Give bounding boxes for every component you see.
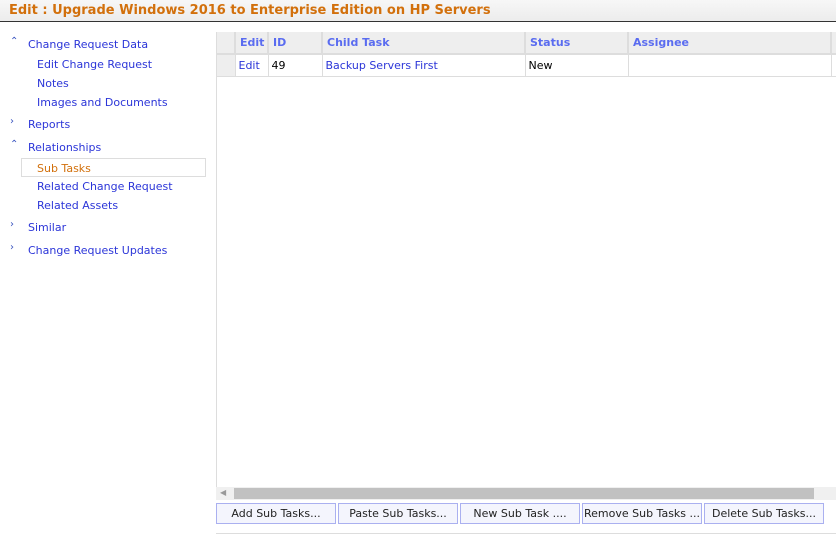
row-selector-header — [217, 32, 236, 55]
sidebar-group-similar[interactable]: › Similar — [0, 215, 215, 238]
cell-more — [831, 54, 836, 77]
chevron-up-icon: ⌃ — [10, 36, 19, 47]
column-header-status[interactable]: Status — [525, 32, 629, 55]
sub-tasks-grid: Edit ID Child Task Status Assignee Edit … — [216, 32, 836, 487]
row-selector[interactable] — [217, 54, 236, 77]
sidebar-group-relationships[interactable]: ⌃ Relationships — [0, 135, 215, 158]
action-buttons: Add Sub Tasks... Paste Sub Tasks... New … — [216, 503, 824, 524]
table-row[interactable]: Edit 49 Backup Servers First New — [217, 54, 836, 77]
cell-assignee — [628, 54, 832, 77]
cell-status: New — [525, 54, 629, 77]
paste-sub-tasks-button[interactable]: Paste Sub Tasks... — [338, 503, 458, 524]
sidebar-item-notes[interactable]: Notes — [0, 74, 215, 93]
sidebar-group-label: Reports — [28, 118, 71, 131]
chevron-right-icon: › — [10, 242, 14, 253]
sidebar-group-label: Change Request Updates — [28, 244, 168, 257]
chevron-right-icon: › — [10, 116, 14, 127]
sidebar-group-label: Change Request Data — [28, 38, 149, 51]
sidebar-group-change-request-data[interactable]: ⌃ Change Request Data — [0, 32, 215, 55]
chevron-up-icon: ⌃ — [10, 139, 19, 150]
remove-sub-tasks-button[interactable]: Remove Sub Tasks ... — [582, 503, 702, 524]
edit-link[interactable]: Edit — [235, 54, 269, 77]
column-header-assignee[interactable]: Assignee — [628, 32, 832, 55]
sidebar-group-label: Similar — [28, 221, 67, 234]
add-sub-tasks-button[interactable]: Add Sub Tasks... — [216, 503, 336, 524]
delete-sub-tasks-button[interactable]: Delete Sub Tasks... — [704, 503, 824, 524]
child-task-link[interactable]: Backup Servers First — [322, 54, 526, 77]
sidebar-group-reports[interactable]: › Reports — [0, 112, 215, 135]
column-header-id[interactable]: ID — [268, 32, 323, 55]
column-header-child-task[interactable]: Child Task — [322, 32, 526, 55]
page-title: Edit : Upgrade Windows 2016 to Enterpris… — [0, 0, 836, 22]
horizontal-scrollbar[interactable]: ◀ — [216, 487, 836, 500]
scrollbar-thumb[interactable] — [234, 488, 814, 499]
column-header-more[interactable] — [831, 32, 836, 55]
sidebar-item-edit-change-request[interactable]: Edit Change Request — [0, 55, 215, 74]
column-header-edit[interactable]: Edit — [235, 32, 269, 55]
header-row: Edit ID Child Task Status Assignee — [217, 32, 836, 55]
chevron-right-icon: › — [10, 219, 14, 230]
sidebar-item-sub-tasks[interactable]: Sub Tasks — [21, 158, 206, 177]
scroll-left-arrow-icon[interactable]: ◀ — [220, 488, 226, 497]
divider — [216, 533, 836, 534]
sidebar-group-change-request-updates[interactable]: › Change Request Updates — [0, 238, 215, 261]
cell-id: 49 — [268, 54, 323, 77]
sidebar-item-related-change-request[interactable]: Related Change Request — [0, 177, 215, 196]
sidebar-item-related-assets[interactable]: Related Assets — [0, 196, 215, 215]
sidebar-item-images-and-documents[interactable]: Images and Documents — [0, 93, 215, 112]
sidebar: ⌃ Change Request Data Edit Change Request… — [0, 32, 215, 261]
sidebar-group-label: Relationships — [28, 141, 102, 154]
new-sub-task-button[interactable]: New Sub Task .... — [460, 503, 580, 524]
